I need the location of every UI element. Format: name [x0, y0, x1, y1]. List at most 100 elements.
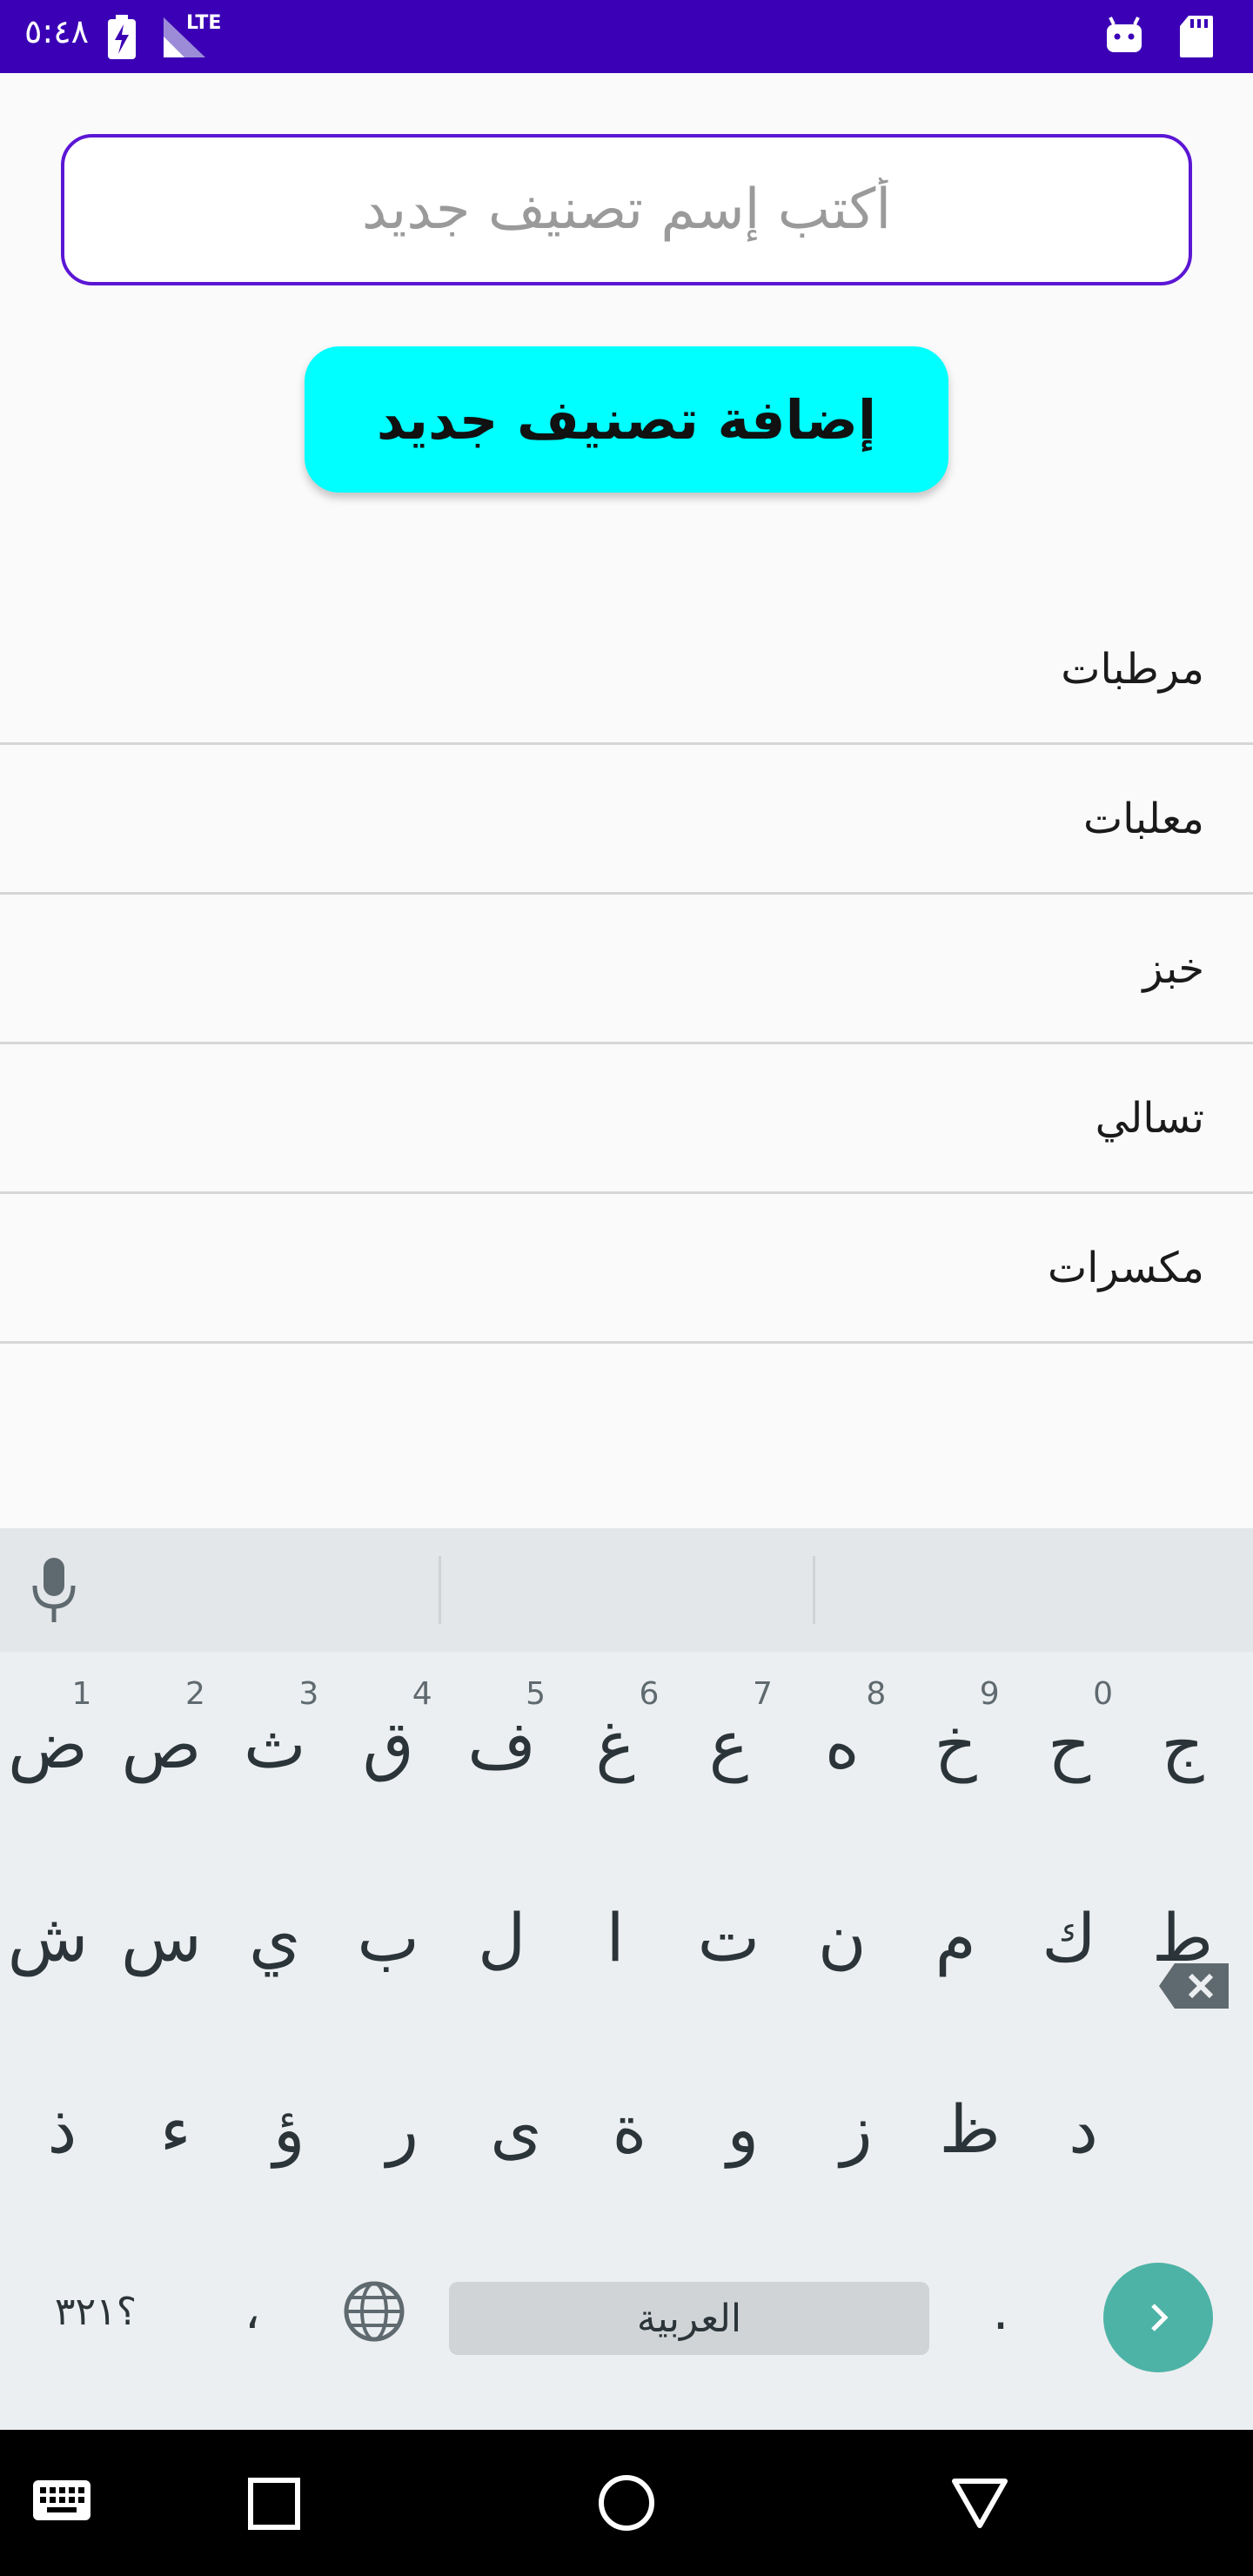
chevron-right-icon — [1151, 2304, 1169, 2331]
key-char: ض — [8, 1705, 88, 1783]
key-char: ث — [244, 1705, 306, 1783]
navigation-bar — [0, 2430, 1253, 2576]
key-char: ق — [362, 1705, 414, 1783]
row1-key-5[interactable]: غ6 — [559, 1657, 672, 1831]
back-icon[interactable] — [950, 2477, 1009, 2531]
row1-key-7[interactable]: ق4 — [332, 1657, 445, 1831]
row2-key-8[interactable]: ي — [218, 1850, 332, 2024]
space-key[interactable]: العربية — [449, 2282, 929, 2355]
key-char: و — [727, 2090, 760, 2168]
key-char: خ — [934, 1705, 977, 1783]
row2-key-1[interactable]: ك — [1013, 1850, 1126, 2024]
key-number-hint: 9 — [979, 1676, 1000, 1712]
category-item-2[interactable]: خبز — [0, 895, 1253, 1044]
category-item-4[interactable]: مكسرات — [0, 1194, 1253, 1344]
row2-key-7[interactable]: ب — [332, 1850, 445, 2024]
row1-key-10[interactable]: ض1 — [0, 1657, 104, 1831]
microphone-icon[interactable] — [26, 1554, 82, 1627]
globe-icon[interactable] — [339, 2268, 409, 2355]
row2-key-10[interactable]: ش — [0, 1850, 104, 2024]
row1-key-2[interactable]: خ9 — [899, 1657, 1012, 1831]
status-time: ٥:٤٨ — [24, 12, 90, 50]
key-char: ر — [386, 2090, 419, 2168]
key-char: ة — [612, 2090, 647, 2168]
recents-icon[interactable] — [247, 2477, 301, 2531]
key-char: ز — [840, 2090, 873, 2168]
key-char: ي — [249, 1898, 301, 1976]
key-number-hint: 6 — [639, 1676, 660, 1712]
row2-key-4[interactable]: ت — [672, 1850, 785, 2024]
key-number-hint: 0 — [1093, 1676, 1114, 1712]
row1-key-6[interactable]: ف5 — [446, 1657, 559, 1831]
key-number-hint: 5 — [526, 1676, 546, 1712]
row3-key-8[interactable]: ء — [119, 2042, 232, 2216]
android-icon — [1107, 17, 1142, 52]
key-char: ظ — [939, 2090, 1001, 2168]
home-icon[interactable] — [597, 2473, 656, 2532]
key-char: ك — [1042, 1898, 1096, 1976]
key-char: ج — [1161, 1705, 1204, 1783]
row1-key-4[interactable]: ع7 — [672, 1657, 785, 1831]
category-list: مرطبات معلبات خبز تسالي مكسرات — [0, 595, 1253, 1344]
enter-key[interactable] — [1103, 2263, 1213, 2372]
key-char: ص — [121, 1705, 202, 1783]
keyboard-switch-icon[interactable] — [31, 2479, 92, 2522]
row3-key-0[interactable]: د — [1027, 2042, 1140, 2216]
row2-key-5[interactable]: ا — [559, 1850, 672, 2024]
row1-key-3[interactable]: ه8 — [786, 1657, 899, 1831]
key-char: ح — [1048, 1705, 1091, 1783]
comma-key[interactable]: ، — [209, 2268, 296, 2355]
key-char: ا — [606, 1898, 625, 1976]
symbols-key[interactable]: ؟٣٢١ — [35, 2268, 157, 2355]
key-char: ع — [708, 1705, 749, 1783]
row3-key-7[interactable]: ؤ — [232, 2042, 345, 2216]
row2-key-3[interactable]: ن — [786, 1850, 899, 2024]
key-number-hint: 1 — [71, 1676, 92, 1712]
row3-key-9[interactable]: ذ — [5, 2042, 118, 2216]
category-item-3[interactable]: تسالي — [0, 1044, 1253, 1194]
sd-card-icon — [1180, 16, 1213, 57]
key-char: ت — [697, 1898, 761, 1976]
key-char: ذ — [47, 2090, 77, 2168]
key-number-hint: 7 — [752, 1676, 773, 1712]
key-char: ى — [490, 2090, 542, 2168]
backspace-key[interactable] — [1157, 1960, 1232, 2012]
key-char: ؤ — [272, 2090, 305, 2168]
row3-key-3[interactable]: و — [687, 2042, 800, 2216]
key-char: ه — [824, 1705, 860, 1783]
row1-key-1[interactable]: ح0 — [1013, 1657, 1126, 1831]
key-number-hint: 4 — [412, 1676, 432, 1712]
soft-keyboard: جح0خ9ه8ع7غ6ف5ق4ث3ص2ض1 طكمنتالبيسش دظزوةى… — [0, 1528, 1253, 2430]
key-char: غ — [595, 1705, 635, 1783]
row1-key-9[interactable]: ص2 — [104, 1657, 218, 1831]
row3-key-5[interactable]: ى — [459, 2042, 573, 2216]
suggestion-divider — [813, 1556, 815, 1624]
row3-key-2[interactable]: ز — [800, 2042, 913, 2216]
category-item-0[interactable]: مرطبات — [0, 595, 1253, 745]
key-char: د — [1069, 2090, 1098, 2168]
suggestion-divider — [439, 1556, 441, 1624]
row2-key-6[interactable]: ل — [446, 1850, 559, 2024]
key-number-hint: 2 — [184, 1676, 205, 1712]
category-name-input[interactable] — [61, 134, 1192, 285]
period-key[interactable]: . — [966, 2268, 1035, 2355]
key-char: م — [935, 1898, 976, 1976]
row1-key-8[interactable]: ث3 — [218, 1657, 332, 1831]
key-char: ش — [7, 1898, 89, 1976]
row1-key-0[interactable]: ج — [1126, 1657, 1239, 1831]
row2-key-9[interactable]: س — [104, 1850, 218, 2024]
key-char: ن — [817, 1898, 867, 1976]
row3-key-1[interactable]: ظ — [914, 2042, 1027, 2216]
category-item-1[interactable]: معلبات — [0, 745, 1253, 895]
key-char: ء — [159, 2090, 191, 2168]
key-char: ف — [467, 1705, 536, 1783]
row3-key-4[interactable]: ة — [573, 2042, 686, 2216]
status-bar: ٥:٤٨ LTE — [0, 0, 1253, 73]
key-char: ل — [477, 1898, 526, 1976]
row2-key-2[interactable]: م — [899, 1850, 1012, 2024]
row3-key-6[interactable]: ر — [346, 2042, 459, 2216]
key-char: س — [121, 1898, 202, 1976]
key-char: ب — [357, 1898, 419, 1976]
add-category-button[interactable]: إضافة تصنيف جديد — [305, 346, 948, 493]
key-number-hint: 8 — [866, 1676, 887, 1712]
